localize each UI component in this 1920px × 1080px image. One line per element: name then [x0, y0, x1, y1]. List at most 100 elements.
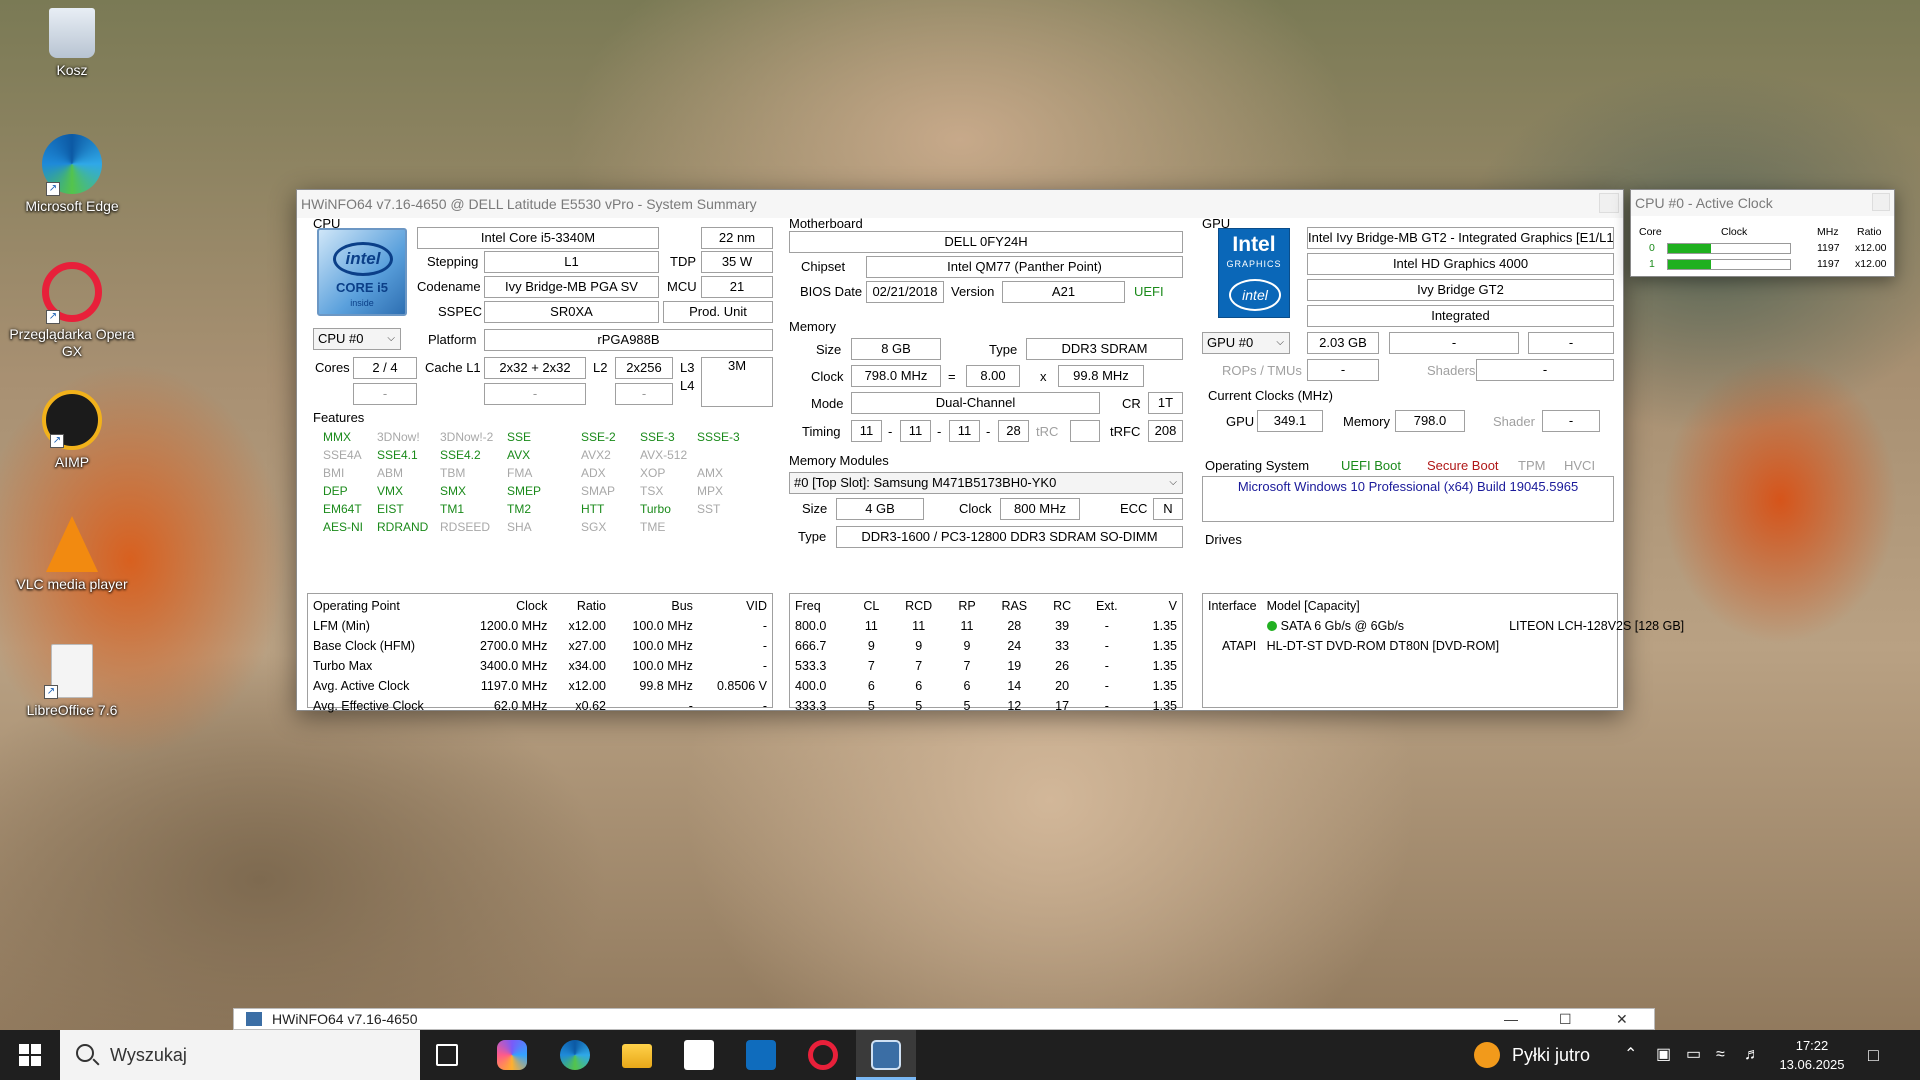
clock-window-title: CPU #0 - Active Clock: [1635, 195, 1773, 211]
memory-type-field: DDR3 SDRAM: [1026, 338, 1183, 360]
meet-now-icon[interactable]: ▣: [1656, 1030, 1671, 1080]
current-clocks-label: Current Clocks (MHz): [1208, 388, 1333, 403]
ecc-label: ECC: [1120, 501, 1148, 516]
memory-bus-field: 99.8 MHz: [1058, 365, 1144, 387]
table-cell: Avg. Active Clock: [313, 679, 410, 693]
table-cell: 0.8506 V: [716, 679, 767, 693]
notification-icon[interactable]: □: [1868, 1030, 1879, 1080]
cpu-selector-dropdown[interactable]: CPU #0 ⌵: [313, 328, 401, 350]
weather-icon[interactable]: [1474, 1042, 1500, 1068]
timing-label: Timing: [802, 424, 841, 439]
table-cell: 33: [1055, 639, 1070, 653]
desktop-icon-recycle-bin[interactable]: Kosz: [6, 8, 138, 79]
gpu-selector-dropdown[interactable]: GPU #0 ⌵: [1202, 332, 1290, 354]
close-button[interactable]: [1872, 193, 1890, 211]
battery-icon[interactable]: ▭: [1686, 1030, 1701, 1080]
drive-row: ATAPI HL-DT-ST DVD-ROM DT80N [DVD-ROM]: [1203, 636, 1689, 656]
memory-module-dropdown[interactable]: #0 [Top Slot]: Samsung M471B5173BH0-YK0 …: [789, 472, 1183, 494]
memory-mode-label: Mode: [811, 396, 844, 411]
table-cell: 12: [1007, 699, 1022, 713]
desktop-icon-aimp[interactable]: ↗ AIMP: [6, 390, 138, 471]
window-titlebar[interactable]: HWiNFO64 v7.16-4650 @ DELL Latitude E553…: [297, 190, 1623, 218]
desktop-icon-opera-gx[interactable]: ↗ Przeglądarka Opera GX: [6, 262, 138, 360]
column-header: Clock: [516, 599, 548, 613]
cr-label: CR: [1122, 396, 1141, 411]
column-header: Freq: [795, 599, 821, 613]
table-cell: 9: [963, 639, 971, 653]
core-ratio: x12.00: [1855, 242, 1887, 254]
table-cell: -: [1104, 619, 1109, 633]
rops-tmus-label: ROPs / TMUs: [1222, 363, 1302, 378]
close-button[interactable]: [1599, 193, 1619, 213]
table-cell: 17: [1055, 699, 1070, 713]
hwinfo-taskbar-icon: [871, 1040, 901, 1070]
outlook-icon[interactable]: [746, 1040, 776, 1070]
recycle-bin-icon: [49, 8, 95, 58]
clock-window-titlebar[interactable]: CPU #0 - Active Clock: [1631, 190, 1894, 216]
table-cell: LITEON LCH-128V2S [128 GB]: [1509, 619, 1685, 633]
platform-field: rPGA988B: [484, 329, 773, 351]
memory-timing-row: 533.3 7 7 7 19 26 - 1.35: [790, 656, 1182, 676]
start-button[interactable]: [0, 1030, 60, 1080]
maximize-icon[interactable]: ☐: [1559, 1009, 1572, 1029]
microsoft-store-icon[interactable]: [684, 1040, 714, 1070]
hwinfo-summary-window[interactable]: HWiNFO64 v7.16-4650 @ DELL Latitude E553…: [296, 189, 1684, 713]
feature-dep: DEP: [323, 484, 348, 498]
logo-brand: Intel: [1232, 233, 1276, 256]
edge-taskbar-icon[interactable]: [560, 1040, 590, 1070]
taskbar-search[interactable]: Wyszukaj: [60, 1030, 420, 1080]
feature-sse-2: SSE-2: [581, 430, 616, 444]
column-header: V: [1168, 599, 1177, 613]
feature-bmi: BMI: [323, 466, 345, 480]
feature-sst: SST: [697, 502, 721, 516]
table-cell: -: [1104, 639, 1109, 653]
gpu-type-field: Integrated: [1307, 305, 1614, 327]
desktop-icon-libreoffice[interactable]: ↗ LibreOffice 7.6: [6, 644, 138, 719]
cpu-active-clock-window[interactable]: CPU #0 - Active Clock Core Clock MHz Rat…: [1630, 189, 1895, 277]
table-cell: 20: [1055, 679, 1070, 693]
copilot-icon[interactable]: [497, 1040, 527, 1070]
hwinfo-taskbar-button[interactable]: [856, 1030, 916, 1080]
close-icon[interactable]: ✕: [1616, 1009, 1628, 1029]
search-icon: [76, 1044, 94, 1062]
motherboard-name-field: DELL 0FY24H: [789, 231, 1183, 253]
clock[interactable]: 17:22 13.06.2025: [1772, 1036, 1852, 1074]
table-cell: x12.00: [568, 679, 606, 693]
table-cell: 6: [915, 679, 923, 693]
chevron-down-icon: ⌵: [1276, 337, 1284, 348]
active-clock-header: Core Clock MHz Ratio: [1635, 224, 1891, 240]
chevron-up-icon[interactable]: ⌃: [1624, 1030, 1637, 1080]
core-clock-bar: [1667, 259, 1791, 270]
table-cell: 99.8 MHz: [639, 679, 693, 693]
task-view-icon[interactable]: [436, 1044, 458, 1066]
times-label: x: [1040, 369, 1047, 384]
wifi-icon[interactable]: ≈: [1716, 1030, 1725, 1080]
logo-line: CORE i5: [335, 280, 388, 295]
column-header: Ratio: [576, 599, 606, 613]
table-cell: 7: [867, 659, 875, 673]
weather-text[interactable]: Pyłki jutro: [1512, 1030, 1590, 1080]
feature-avx-512: AVX-512: [640, 448, 688, 462]
hwinfo-main-window-strip[interactable]: HWiNFO64 v7.16-4650 — ☐ ✕: [233, 1008, 1655, 1030]
file-explorer-icon[interactable]: [622, 1044, 652, 1068]
desktop-icon-edge[interactable]: ↗ Microsoft Edge: [6, 134, 138, 215]
desktop-icon-vlc[interactable]: VLC media player: [6, 516, 138, 593]
cores-label: Cores: [315, 360, 350, 375]
gpu-memory-clock-label: Memory: [1343, 414, 1390, 429]
feature-tbm: TBM: [440, 466, 466, 480]
cpu-name-field: Intel Core i5-3340M: [417, 227, 659, 249]
feature-rdrand: RDRAND: [377, 520, 429, 534]
table-cell: x0.62: [575, 699, 606, 713]
table-cell: 7: [963, 659, 971, 673]
shaders-field: -: [1476, 359, 1614, 381]
feature-turbo: Turbo: [640, 502, 671, 516]
os-section-label: Operating System: [1205, 458, 1310, 473]
table-cell: 100.0 MHz: [632, 659, 693, 673]
feature-sse4-1: SSE4.1: [377, 448, 418, 462]
timing-ras-field: 28: [998, 420, 1029, 442]
volume-icon[interactable]: ♬: [1744, 1030, 1760, 1080]
opera-gx-taskbar-icon[interactable]: [808, 1040, 838, 1070]
desktop-icon-label: VLC media player: [16, 576, 128, 592]
table-cell: Avg. Effective Clock: [313, 699, 424, 713]
minimize-icon[interactable]: —: [1504, 1009, 1518, 1029]
